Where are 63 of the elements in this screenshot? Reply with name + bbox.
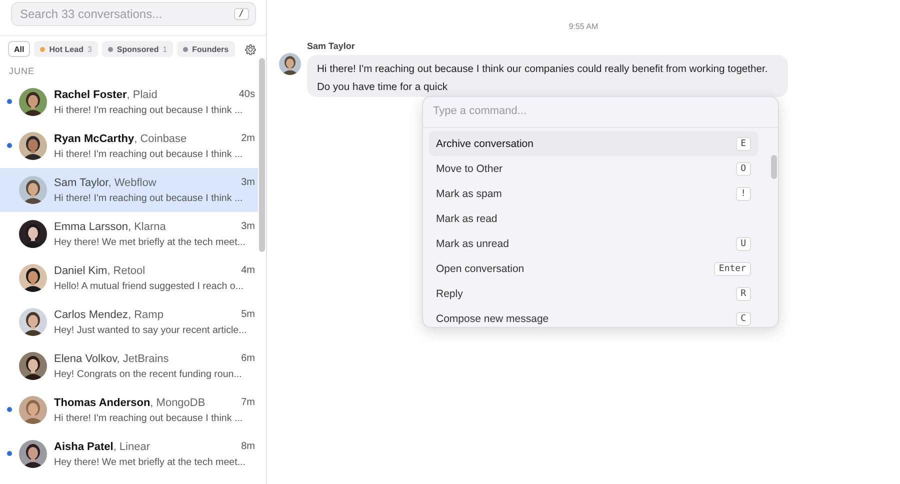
shortcut-key: / [234,8,249,20]
search-field[interactable]: Search 33 conversations... / [11,2,256,26]
contact-name: Rachel Foster, Plaid [54,88,158,100]
shortcut-key: C [736,312,751,326]
command-item[interactable]: Reply R [429,281,758,306]
time-label: 2m [241,132,255,144]
conversation-item[interactable]: Aisha Patel, Linear 8m Hey there! We met briefly at the tech meet... [0,432,258,476]
time-label: 6m [241,352,255,364]
time-label: 40s [238,88,255,100]
time-label: 3m [241,176,255,188]
shortcut-key: Enter [714,262,751,276]
contact-name: Daniel Kim, Retool [54,264,146,276]
filter-chip[interactable]: All [8,41,30,57]
time-label: 8m [241,440,255,452]
time-label: 3m [241,220,255,232]
contact-name: Aisha Patel, Linear [54,440,150,452]
filter-chip[interactable]: Sponsored 1 [102,41,174,57]
shortcut-key: R [736,286,751,300]
command-item[interactable]: Mark as read [429,206,758,231]
command-item[interactable]: Archive conversation E [429,131,758,156]
message-preview: Hi there! I'm reaching out because I think ... [54,412,244,424]
search-input[interactable]: Search 33 conversations... [20,7,234,21]
message-preview: Hey! Congrats on the recent funding roun... [54,368,243,380]
message-preview: Hey there! We met briefly at the tech meet... [54,456,246,468]
message-bubble: Hi there! I'm reaching out because I think our companies could really benefit from working together. Do you have time for a quick [307,55,788,97]
command-item[interactable]: Compose new message C [429,306,758,327]
shortcut-key: O [736,162,751,176]
contact-name: Carlos Mendez, Ramp [54,308,164,320]
command-item[interactable]: Open conversation Enter [429,256,758,281]
shortcut-key: U [736,236,751,250]
conversation-item[interactable]: Elena Volkov, JetBrains 6m Hey! Congrats on the recent funding roun... [0,344,258,388]
section-label: JUNE [8,65,36,78]
contact-name: Sam Taylor, Webflow [54,176,156,188]
conversation-item[interactable]: Daniel Kim, Retool 4m Hello! A mutual friend suggested I reach o... [0,256,258,300]
conversation-item[interactable]: Carlos Mendez, Ramp 5m Hey! Just wanted to say your recent article... [0,300,258,344]
command-item[interactable]: Mark as unread U [429,231,758,256]
shortcut-key: ! [736,186,751,200]
conversation-item[interactable]: Emma Larsson, Klarna 3m Hey there! We met briefly at the tech meet... [0,212,258,256]
conversation-item[interactable]: Thomas Anderson, MongoDB 7m Hi there! I'm reaching out because I think ... [0,388,258,432]
command-input[interactable]: Type a command... [433,103,753,119]
filter-chip[interactable]: Hot Lead 3 [34,41,98,57]
message-preview: Hi there! I'm reaching out because I think ... [54,148,244,160]
time-label: 5m [241,308,255,320]
message-preview: Hey there! We met briefly at the tech meet... [54,236,246,248]
message-preview: Hey! Just wanted to say your recent article... [54,324,248,336]
contact-name: Emma Larsson, Klarna [54,220,166,232]
contact-name: Ryan McCarthy, Coinbase [54,132,187,144]
time-label: 7m [241,396,255,408]
contact-name: Thomas Anderson, MongoDB [54,396,206,408]
conversation-item[interactable]: Rachel Foster, Plaid 40s Hi there! I'm reaching out because I think ... [0,80,258,124]
sender-name: Sam Taylor [307,41,356,51]
shortcut-key: E [736,136,751,150]
message-preview: Hello! A mutual friend suggested I reach o... [54,280,245,292]
time-label: 4m [241,264,255,276]
conversation-item[interactable]: Sam Taylor, Webflow 3m Hi there! I'm reaching out because I think ... [0,168,258,212]
message-preview: Hi there! I'm reaching out because I think ... [54,192,244,204]
command-item[interactable]: Move to Other O [429,156,758,181]
command-item[interactable]: Mark as spam ! [429,181,758,206]
contact-name: Elena Volkov, JetBrains [54,352,169,364]
message-preview: Hi there! I'm reaching out because I think ... [54,104,244,116]
filter-chip[interactable]: Founders [177,41,235,57]
conversation-item[interactable]: Ryan McCarthy, Coinbase 2m Hi there! I'm reaching out because I think ... [0,124,258,168]
timestamp: 9:55 AM [568,21,600,31]
